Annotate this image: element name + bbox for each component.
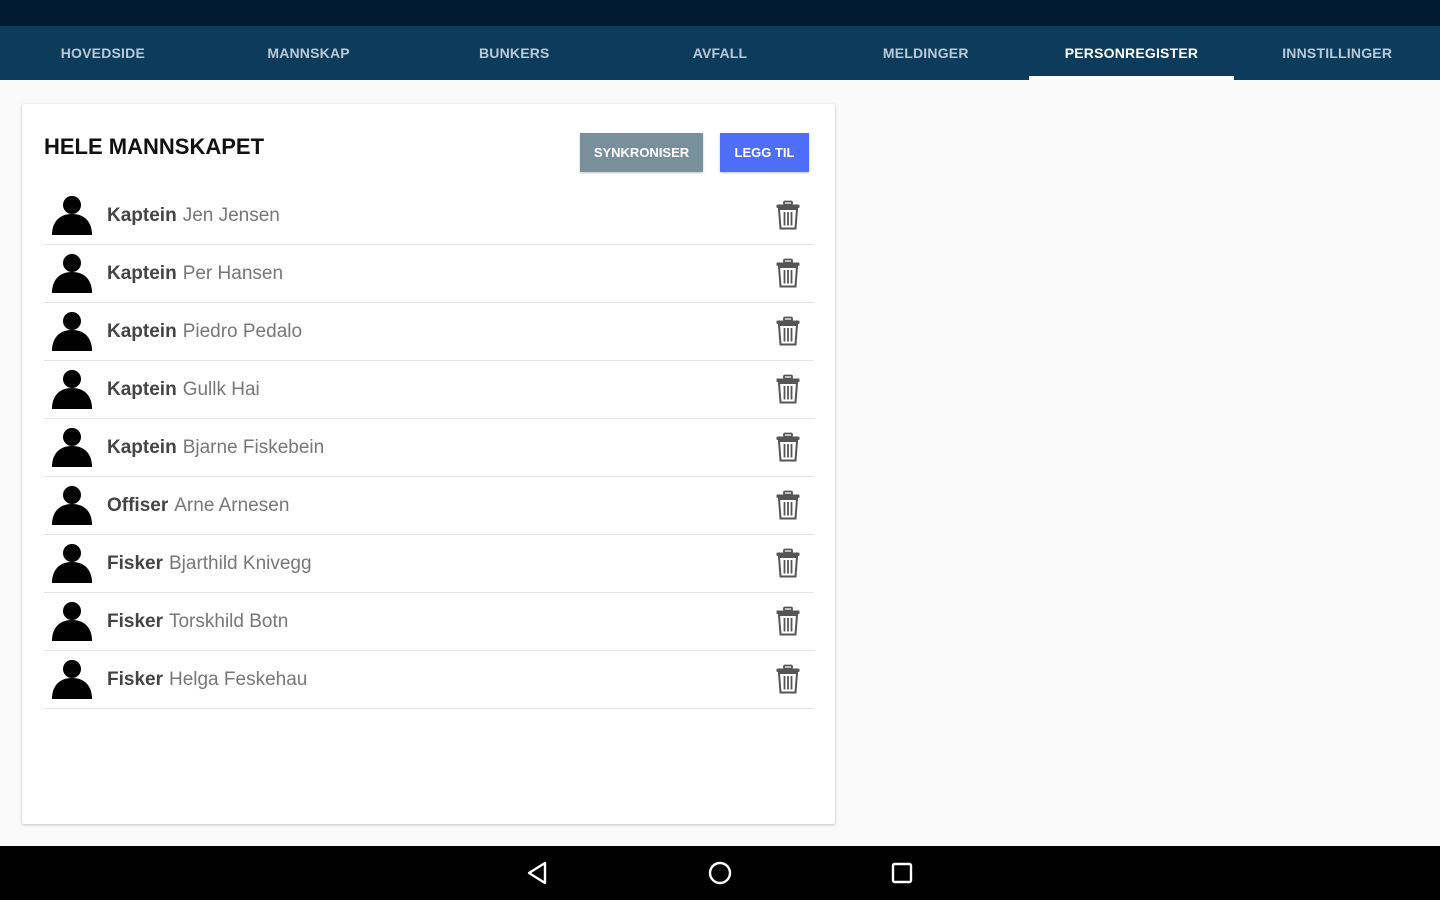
crew-row[interactable]: Kaptein Gullk Hai [44,361,814,419]
tab-meldinger[interactable]: MELDINGER [823,26,1029,80]
crew-member-text: Kaptein Piedro Pedalo [107,321,302,343]
crew-name: Gullk Hai [182,378,260,400]
crew-name: Arne Arnesen [174,494,290,516]
crew-rank: Kaptein [107,436,177,458]
person-icon [50,601,94,641]
tab-innstillinger[interactable]: INNSTILLINGER [1234,26,1440,80]
trash-icon[interactable] [775,258,801,288]
crew-member-text: Fisker Helga Feskehau [107,669,307,691]
card-title: HELE MANNSKAPET [44,134,265,159]
crew-name: Bjarne Fiskebein [182,436,325,458]
main-content: HELE MANNSKAPET SYNKRONISER LEGG TIL Kap… [0,80,1440,846]
crew-row[interactable]: Kaptein Bjarne Fiskebein [44,419,814,477]
crew-row[interactable]: Kaptein Jen Jensen [44,187,814,245]
tab-mannskap[interactable]: MANNSKAP [206,26,412,80]
crew-rank: Kaptein [107,204,177,226]
person-icon [50,195,94,235]
crew-member-text: Fisker Bjarthild Knivegg [107,553,312,575]
crew-rank: Fisker [107,552,163,574]
crew-name: Piedro Pedalo [182,320,303,342]
crew-member-text: Kaptein Per Hansen [107,263,283,285]
status-bar [0,0,1440,26]
crew-name: Helga Feskehau [168,668,308,690]
person-icon [50,253,94,293]
crew-row[interactable]: Fisker Helga Feskehau [44,651,814,709]
crew-rank: Fisker [107,610,163,632]
person-icon [50,369,94,409]
crew-name: Jen Jensen [182,204,280,226]
crew-rank: Offiser [107,494,169,516]
tab-bunkers[interactable]: BUNKERS [411,26,617,80]
tab-personregister[interactable]: PERSONREGISTER [1028,26,1235,80]
sync-button[interactable]: SYNKRONISER [580,133,703,172]
trash-icon[interactable] [775,316,801,346]
crew-rank: Fisker [107,668,163,690]
crew-list: Kaptein Jen Jensen Kaptein Per Hansen Kaptei… [44,187,814,709]
crew-row[interactable]: Offiser Arne Arnesen [44,477,814,535]
crew-name: Torskhild Botn [168,610,289,632]
tab-bar: HOVEDSIDE MANNSKAP BUNKERS AVFALL MELDIN… [0,26,1440,80]
crew-rank: Kaptein [107,262,177,284]
back-triangle-icon[interactable] [523,859,553,887]
person-icon [50,659,94,699]
tab-hovedside[interactable]: HOVEDSIDE [0,26,206,80]
crew-member-text: Kaptein Bjarne Fiskebein [107,437,324,459]
trash-icon[interactable] [775,432,801,462]
person-icon [50,311,94,351]
trash-icon[interactable] [775,490,801,520]
person-icon [50,485,94,525]
tab-avfall[interactable]: AVFALL [617,26,823,80]
crew-rank: Kaptein [107,378,177,400]
crew-name: Per Hansen [182,262,284,284]
crew-member-text: Kaptein Gullk Hai [107,379,260,401]
recents-square-icon[interactable] [887,859,917,887]
crew-row[interactable]: Kaptein Per Hansen [44,245,814,303]
crew-rank: Kaptein [107,320,177,342]
person-icon [50,427,94,467]
crew-row[interactable]: Kaptein Piedro Pedalo [44,303,814,361]
crew-row[interactable]: Fisker Torskhild Botn [44,593,814,651]
trash-icon[interactable] [775,374,801,404]
crew-member-text: Kaptein Jen Jensen [107,205,280,227]
crew-row[interactable]: Fisker Bjarthild Knivegg [44,535,814,593]
trash-icon[interactable] [775,606,801,636]
add-button[interactable]: LEGG TIL [720,133,809,172]
crew-name: Bjarthild Knivegg [168,552,312,574]
trash-icon[interactable] [775,200,801,230]
trash-icon[interactable] [775,548,801,578]
home-circle-icon[interactable] [705,859,735,887]
crew-member-text: Offiser Arne Arnesen [107,495,289,517]
person-icon [50,543,94,583]
crew-member-text: Fisker Torskhild Botn [107,611,288,633]
crew-card: HELE MANNSKAPET SYNKRONISER LEGG TIL Kap… [22,104,835,824]
trash-icon[interactable] [775,664,801,694]
android-nav-bar [0,846,1440,900]
